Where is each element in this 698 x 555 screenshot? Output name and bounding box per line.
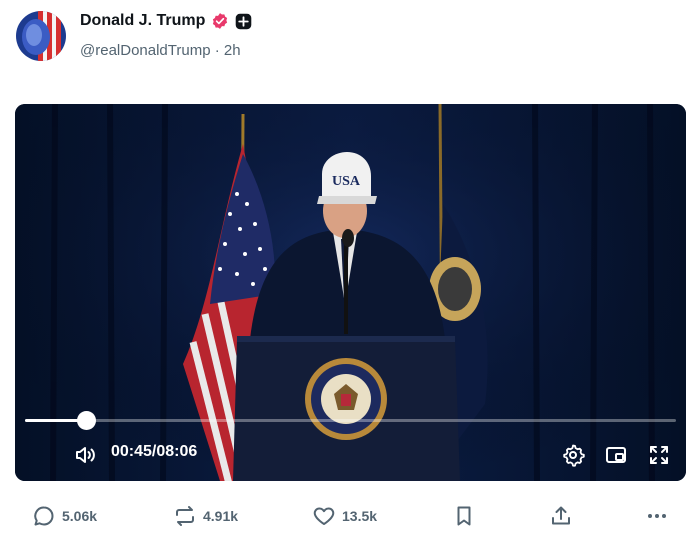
action-bar: 5.06k 4.91k 13.5k (0, 504, 698, 536)
verified-badge-icon[interactable] (211, 12, 229, 30)
video-player[interactable]: USA 00:45/08:06 (15, 104, 686, 481)
time-separator: · (210, 42, 224, 59)
share-button[interactable] (549, 504, 573, 528)
avatar-image (16, 11, 66, 61)
repost-count: 4.91k (203, 508, 239, 524)
more-icon (648, 514, 666, 518)
like-count: 13.5k (342, 508, 378, 524)
progress-track[interactable] (25, 411, 676, 430)
bookmark-button[interactable] (452, 504, 476, 528)
repost-button[interactable]: 4.91k (173, 504, 238, 528)
avatar[interactable] (16, 11, 66, 61)
duration: 08:06 (156, 443, 198, 460)
repost-icon (176, 506, 194, 526)
fullscreen-icon (650, 446, 668, 464)
fullscreen-button[interactable] (647, 442, 671, 468)
gear-icon (563, 444, 585, 467)
reply-button[interactable]: 5.06k (32, 504, 97, 528)
reply-icon (34, 506, 54, 526)
volume-icon (76, 447, 95, 463)
handle[interactable]: @realDonaldTrump (80, 42, 211, 59)
handle-row: @realDonaldTrump · 2h (80, 42, 241, 59)
share-icon (552, 506, 570, 525)
like-button[interactable]: 13.5k (312, 504, 377, 528)
plus-badge-icon[interactable] (235, 13, 252, 30)
volume-button[interactable] (73, 442, 97, 468)
progress-scrubber[interactable] (76, 411, 96, 430)
post-time[interactable]: 2h (224, 42, 241, 59)
picture-in-picture-icon (606, 447, 626, 463)
display-name[interactable]: Donald J. Trump (80, 12, 205, 30)
cap-text: USA (332, 174, 361, 189)
heart-icon (313, 507, 335, 525)
reply-count: 5.06k (62, 508, 98, 524)
picture-in-picture-button[interactable] (604, 442, 628, 468)
author-name-row: Donald J. Trump (80, 12, 252, 30)
video-frame: USA (15, 104, 686, 481)
time-readout: 00:45/08:06 (111, 443, 197, 461)
more-button[interactable] (645, 504, 669, 528)
bookmark-icon (457, 506, 471, 526)
settings-button[interactable] (561, 442, 585, 468)
current-time: 00:45 (111, 443, 152, 460)
